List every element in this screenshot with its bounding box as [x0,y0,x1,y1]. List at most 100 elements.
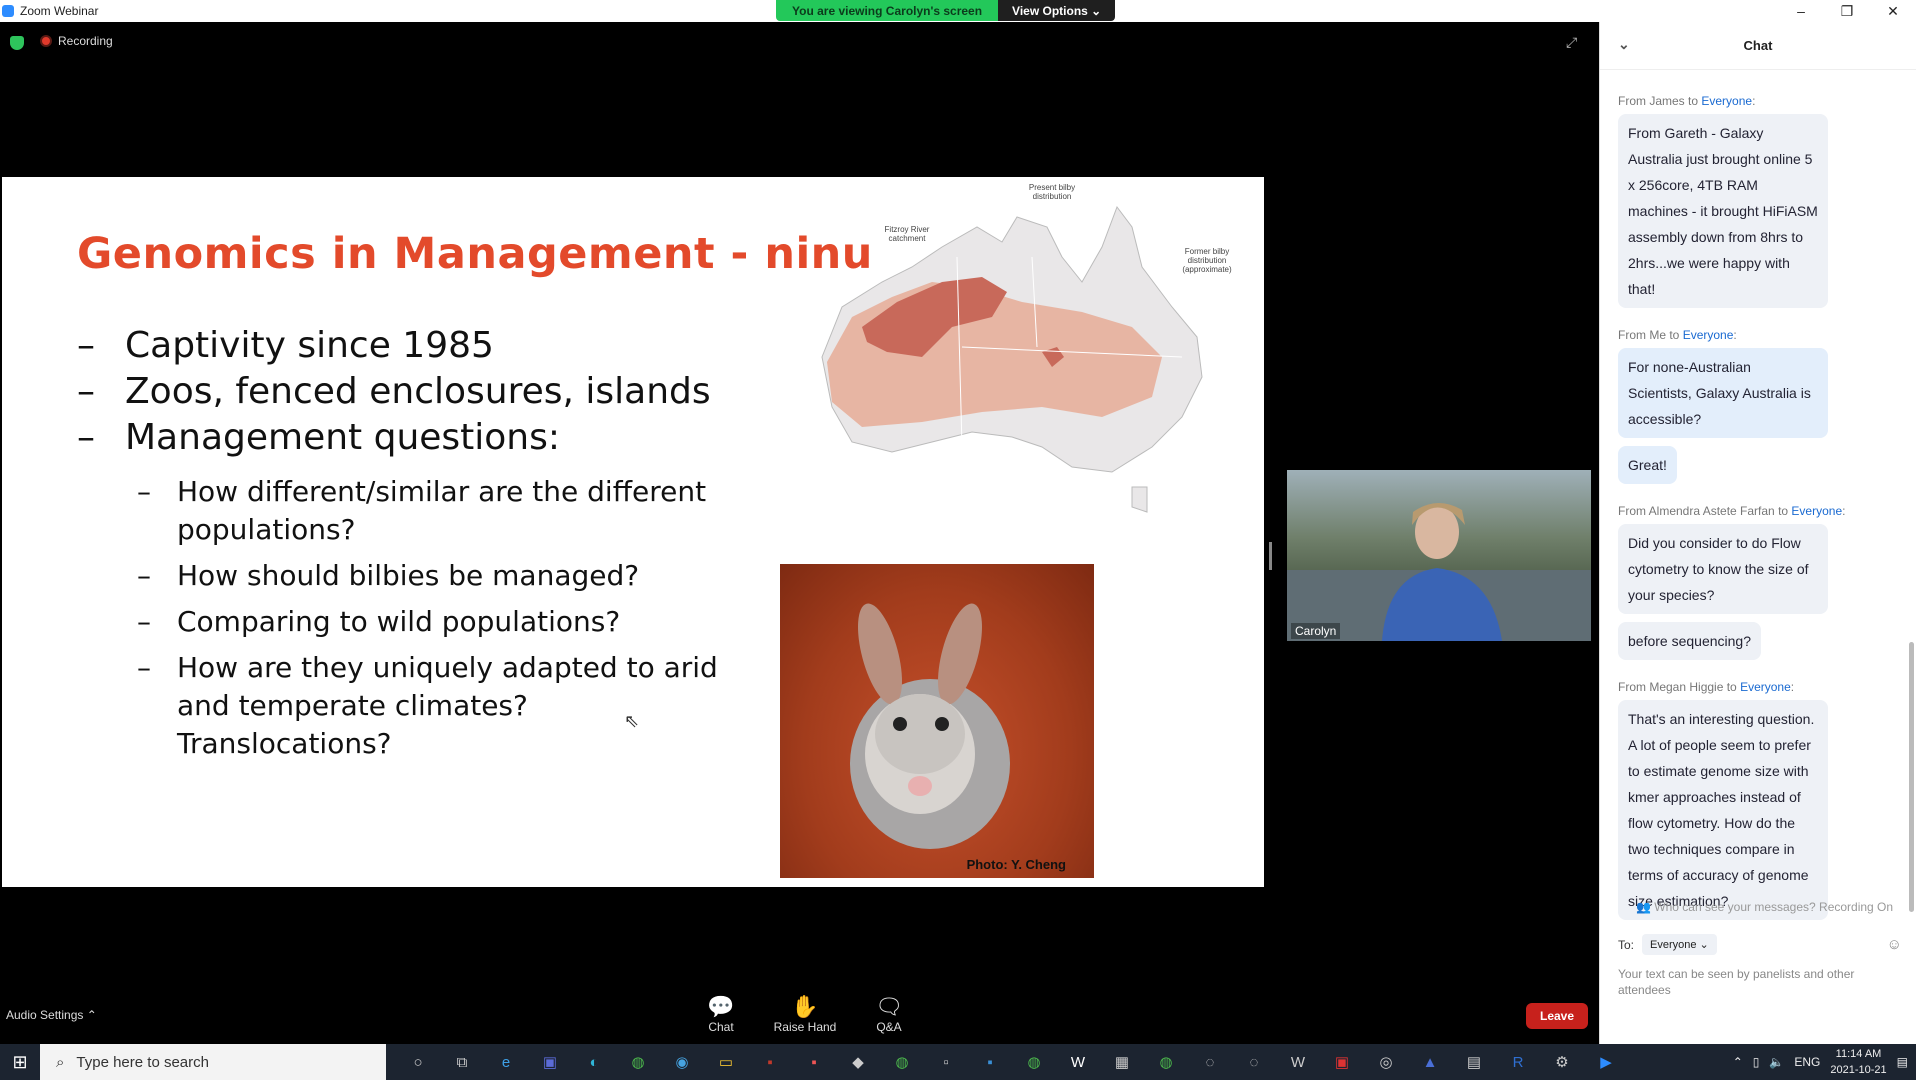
app-icon[interactable]: ▪ [792,1044,836,1080]
browser-icon[interactable]: ◍ [1012,1044,1056,1080]
sub-bullet-text: How different/similar are the different … [177,475,707,546]
speaker-video-tile[interactable]: Carolyn [1287,470,1591,641]
map-label-fitzroy: Fitzroy River catchment [884,225,930,243]
window-title: Zoom Webinar [20,4,99,18]
bullet-dash: – [77,416,95,458]
app-icon[interactable]: ▪ [968,1044,1012,1080]
sender-suffix: : [1733,328,1737,342]
windows-start-icon[interactable]: ⊞ [0,1052,40,1073]
app-icon[interactable]: ⚙ [1540,1044,1584,1080]
app-icon[interactable]: ▣ [528,1044,572,1080]
meeting-stage: Recording ⤢ Genomics in Management - nin… [0,22,1596,988]
meeting-toolbar: Audio Settings ⌃ 💬 Chat ✋ Raise Hand 🗨 Q… [0,988,1596,1044]
task-view-icon[interactable]: ⧉ [440,1044,484,1080]
chat-bubble[interactable]: Did you consider to do Flow cytometry to… [1618,524,1828,614]
raise-hand-button[interactable]: ✋ Raise Hand [765,994,845,1034]
sender-suffix: : [1752,94,1756,108]
file-explorer-icon[interactable]: ▭ [704,1044,748,1080]
bilby-photo: Photo: Y. Cheng [780,564,1094,878]
qa-button[interactable]: 🗨 Q&A [849,994,929,1034]
message-visibility-note[interactable]: 👥 Who can see your messages? Recording O… [1636,900,1893,914]
browser-icon[interactable]: ◍ [616,1044,660,1080]
chat-bubble[interactable]: That's an interesting question. A lot of… [1618,700,1828,920]
map-label-former: Former bilby distribution (approximate) [1182,247,1232,274]
chat-input[interactable]: Your text can be seen by panelists and o… [1618,966,1878,998]
speaker-video-frame [1287,502,1591,641]
recording-indicator[interactable]: Recording [40,34,113,48]
close-icon[interactable]: ✕ [1870,0,1916,22]
viewing-screen-label: You are viewing Carolyn's screen [776,0,999,21]
sender-text: From Me to [1618,328,1683,342]
app-icon[interactable]: ▪ [748,1044,792,1080]
chevron-down-icon[interactable]: ⌄ [1618,36,1630,53]
recipient-link[interactable]: Everyone [1740,680,1791,694]
recipient-link[interactable]: Everyone [1683,328,1734,342]
language-indicator[interactable]: ENG [1794,1055,1820,1069]
view-options-button[interactable]: View Options ⌄ [998,0,1116,21]
emoji-icon[interactable]: ☺ [1887,936,1902,953]
recipient-link[interactable]: Everyone [1791,504,1842,518]
globe-icon[interactable]: ◉ [660,1044,704,1080]
taskbar-search[interactable]: ⌕ Type here to search [40,1044,386,1080]
app-icon[interactable]: ▤ [1452,1044,1496,1080]
r-icon[interactable]: R [1496,1044,1540,1080]
recipient-link[interactable]: Everyone [1701,94,1752,108]
github-icon[interactable]: ◎ [1364,1044,1408,1080]
app-icon[interactable]: ◆ [836,1044,880,1080]
internet-explorer-icon[interactable]: e [484,1044,528,1080]
split-handle[interactable] [1269,542,1272,570]
edge-icon[interactable]: ◐ [572,1044,616,1080]
restore-icon[interactable]: ❐ [1824,0,1870,22]
chat-panel: ⌄ Chat From James to Everyone: From Gare… [1599,22,1916,1044]
chat-button[interactable]: 💬 Chat [681,994,761,1034]
windows-taskbar: ⊞ ⌕ Type here to search ○ ⧉ e ▣ ◐ ◍ ◉ ▭ … [0,1044,1916,1080]
bullet-dash: – [137,559,151,592]
chat-bubble[interactable]: From Gareth - Galaxy Australia just brou… [1618,114,1828,308]
app-icon[interactable]: W [1276,1044,1320,1080]
sender-text: From James to [1618,94,1702,108]
qa-button-label: Q&A [876,1020,902,1034]
pdf-icon[interactable]: ▣ [1320,1044,1364,1080]
tray-overflow-icon[interactable]: ⌃ [1733,1055,1743,1069]
audio-settings-button[interactable]: Audio Settings ⌃ [6,1008,97,1022]
minimize-icon[interactable]: – [1778,0,1824,22]
hand-icon: ✋ [791,994,819,1019]
bullet-dash: – [137,651,151,684]
sub-bullet-text: How should bilbies be managed? [177,559,640,592]
word-icon[interactable]: W [1056,1044,1100,1080]
clock-date: 2021-10-21 [1830,1064,1887,1076]
chat-icon: 💬 [707,994,735,1019]
recording-label: Recording [58,34,113,48]
raise-hand-label: Raise Hand [773,1020,837,1034]
sender-suffix: : [1790,680,1795,694]
network-icon[interactable]: ▯ [1753,1055,1760,1069]
notification-icon[interactable]: ▤ [1897,1055,1908,1069]
taskbar-clock[interactable]: 11:14 AM 2021-10-21 [1830,1046,1886,1078]
app-icon[interactable]: ◌ [1188,1044,1232,1080]
zoom-taskbar-icon[interactable]: ▶ [1584,1044,1628,1080]
screen-share-banner: You are viewing Carolyn's screen View Op… [776,0,1116,21]
window-controls: – ❐ ✕ [1778,0,1916,22]
app-icon[interactable]: ▦ [1100,1044,1144,1080]
recipient-select[interactable]: Everyone ⌄ [1642,934,1717,955]
cortana-icon[interactable]: ○ [396,1044,440,1080]
bullet-dash: – [137,475,151,508]
volume-icon[interactable]: 🔈 [1769,1055,1784,1069]
sub-bullet-item: – How different/similar are the different… [137,473,737,549]
app-icon[interactable]: ▫ [924,1044,968,1080]
app-icon[interactable]: ◌ [1232,1044,1276,1080]
participant-name: Carolyn [1291,623,1341,639]
chat-header: ⌄ Chat [1600,22,1916,70]
chat-bubble[interactable]: before sequencing? [1618,622,1761,660]
leave-button[interactable]: Leave [1526,1003,1588,1029]
chat-scrollbar[interactable] [1909,642,1914,912]
fullscreen-icon[interactable]: ⤢ [1566,34,1577,51]
browser-icon[interactable]: ◍ [1144,1044,1188,1080]
chat-bubble[interactable]: Great! [1618,446,1677,484]
encryption-shield-icon[interactable] [10,36,24,50]
sender-suffix: : [1842,504,1846,518]
visibility-text: Who can see your messages? Recording On [1654,900,1894,914]
app-icon[interactable]: ▲ [1408,1044,1452,1080]
browser-icon[interactable]: ◍ [880,1044,924,1080]
chat-bubble[interactable]: For none-Australian Scientists, Galaxy A… [1618,348,1828,438]
